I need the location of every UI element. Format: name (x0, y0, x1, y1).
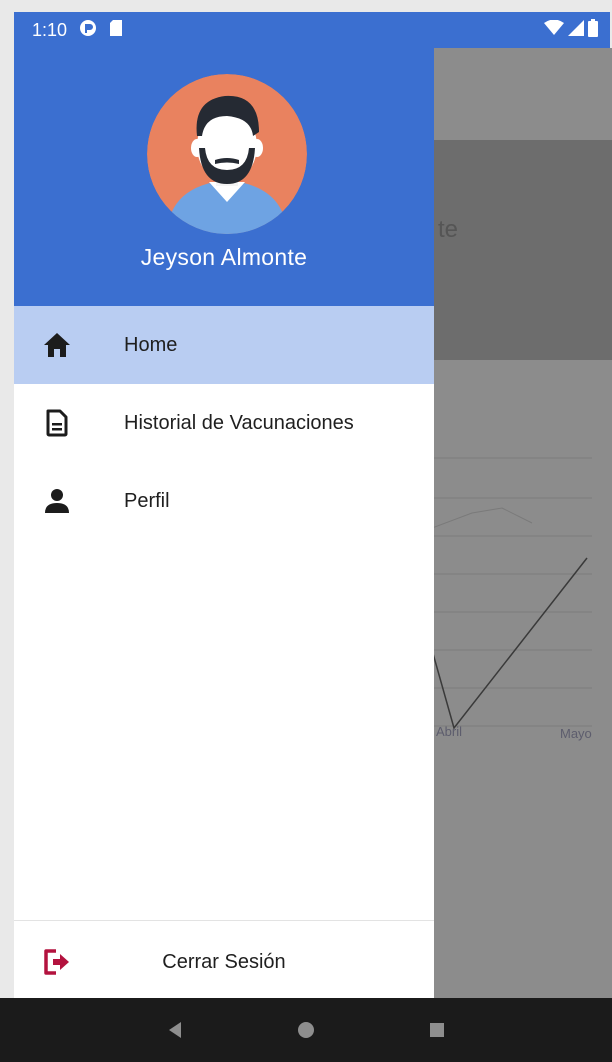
document-icon (42, 408, 72, 438)
menu-item-perfil-label: Perfil (124, 489, 170, 512)
avatar[interactable] (147, 74, 307, 234)
menu-item-historial-label: Historial de Vacunaciones (124, 411, 354, 434)
user-name: Jeyson Almonte (140, 244, 308, 270)
menu-item-perfil[interactable]: Perfil (14, 462, 434, 540)
background-chart (432, 457, 592, 730)
notification-icon (79, 19, 97, 42)
battery-icon (588, 18, 598, 42)
wifi-icon (544, 19, 564, 41)
navigation-drawer: Jeyson Almonte Home Historial de Vacunac… (14, 48, 434, 998)
logout-button[interactable]: Cerrar Sesión (14, 928, 434, 996)
menu-item-home[interactable]: Home (14, 306, 434, 384)
person-icon (42, 486, 72, 516)
home-icon (42, 330, 72, 360)
menu-item-home-label: Home (124, 333, 178, 356)
recents-button[interactable] (417, 1010, 457, 1050)
home-button[interactable] (286, 1010, 326, 1050)
background-app-title: te (438, 216, 459, 243)
logout-divider (14, 920, 434, 921)
status-bar: 1:10 (14, 12, 610, 48)
menu-item-historial[interactable]: Historial de Vacunaciones (14, 384, 434, 462)
background-app[interactable]: te Abril Mayo (432, 48, 612, 998)
background-chart-label-abril: Abril (436, 724, 463, 739)
logout-label: Cerrar Sesión (162, 950, 286, 973)
sd-card-icon (109, 19, 123, 42)
status-time: 1:10 (32, 19, 68, 40)
drawer-header: Jeyson Almonte (14, 48, 434, 306)
signal-icon (568, 19, 584, 41)
navigation-bar (0, 998, 612, 1062)
back-button[interactable] (155, 1010, 195, 1050)
background-chart-label-mayo: Mayo (560, 726, 592, 741)
background-app-header (432, 140, 612, 360)
drawer-menu: Home Historial de Vacunaciones Perfil (14, 306, 434, 540)
logout-icon (42, 947, 72, 977)
